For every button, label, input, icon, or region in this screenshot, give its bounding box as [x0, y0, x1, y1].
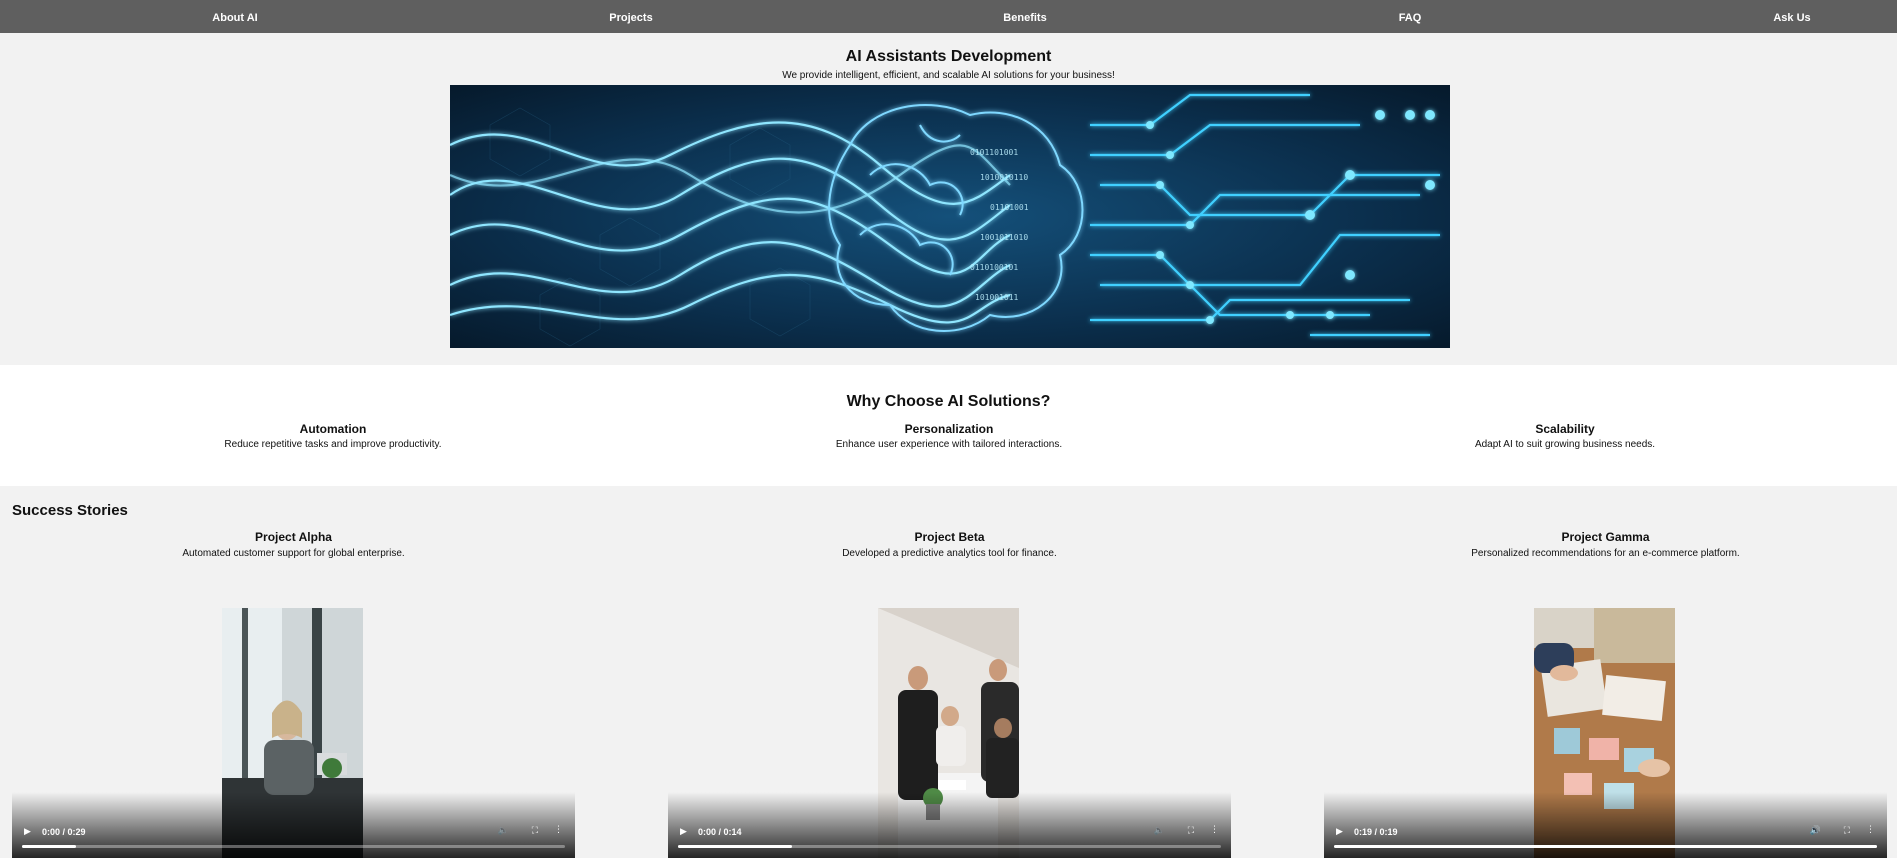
- svg-text:1010010110: 1010010110: [980, 173, 1028, 182]
- story-title: Project Gamma: [1561, 530, 1650, 544]
- feature-text: Reduce repetitive tasks and improve prod…: [224, 439, 442, 450]
- video-progress-track[interactable]: [1334, 845, 1877, 848]
- stories-title: Success Stories: [12, 502, 128, 519]
- nav-link-projects[interactable]: Projects: [609, 0, 652, 36]
- video-controls: ▶ 0:00 / 0:14 🔈 ⛶ ⋮: [668, 818, 1231, 858]
- more-options-icon[interactable]: ⋮: [554, 824, 563, 835]
- story-card-alpha: Project Alpha Automated customer support…: [12, 530, 575, 858]
- nav-link-benefits[interactable]: Benefits: [1003, 0, 1046, 36]
- fullscreen-icon[interactable]: ⛶: [532, 825, 538, 836]
- feature-automation: Automation Reduce repetitive tasks and i…: [133, 422, 533, 450]
- video-progress-fill: [678, 845, 793, 848]
- feature-text: Enhance user experience with tailored in…: [835, 439, 1063, 450]
- hero-subtitle: We provide intelligent, efficient, and s…: [782, 70, 1115, 81]
- story-card-gamma: Project Gamma Personalized recommendatio…: [1324, 530, 1887, 858]
- story-card-beta: Project Beta Developed a predictive anal…: [668, 530, 1231, 858]
- nav-link-ask-us[interactable]: Ask Us: [1773, 0, 1810, 36]
- why-section: Why Choose AI Solutions? Automation Redu…: [0, 365, 1897, 486]
- volume-icon[interactable]: 🔈: [1154, 825, 1165, 836]
- feature-title: Automation: [299, 422, 367, 436]
- success-stories-section: Success Stories Project Alpha Automated …: [0, 486, 1897, 858]
- play-icon[interactable]: ▶: [24, 826, 31, 837]
- more-options-icon[interactable]: ⋮: [1210, 824, 1219, 835]
- video-time: 0:00 / 0:14: [698, 827, 742, 837]
- feature-scalability: Scalability Adapt AI to suit growing bus…: [1365, 422, 1765, 450]
- fullscreen-icon[interactable]: ⛶: [1844, 825, 1850, 836]
- feature-title: Personalization: [904, 422, 994, 436]
- video-time: 0:00 / 0:29: [42, 827, 86, 837]
- why-title: Why Choose AI Solutions?: [846, 393, 1051, 410]
- hero-section: AI Assistants Development We provide int…: [0, 33, 1897, 365]
- svg-text:0101101001: 0101101001: [970, 148, 1018, 157]
- video-progress-fill: [22, 845, 77, 848]
- hero-image: 0101101001 1010010110 01101001 100101101…: [450, 85, 1450, 348]
- svg-text:101001011: 101001011: [975, 293, 1019, 302]
- play-icon[interactable]: ▶: [1336, 826, 1343, 837]
- play-icon[interactable]: ▶: [680, 826, 687, 837]
- video-progress-fill: [1334, 845, 1877, 848]
- video-controls: ▶ 0:00 / 0:29 🔈 ⛶ ⋮: [12, 818, 575, 858]
- story-text: Personalized recommendations for an e-co…: [1471, 548, 1740, 559]
- hero-title: AI Assistants Development: [845, 48, 1052, 65]
- video-player-beta[interactable]: ▶ 0:00 / 0:14 🔈 ⛶ ⋮: [668, 608, 1231, 858]
- volume-icon[interactable]: 🔈: [498, 825, 509, 836]
- feature-personalization: Personalization Enhance user experience …: [749, 422, 1149, 450]
- video-player-alpha[interactable]: ▶ 0:00 / 0:29 🔈 ⛶ ⋮: [12, 608, 575, 858]
- nav-link-about-ai[interactable]: About AI: [212, 0, 257, 36]
- nav-link-faq[interactable]: FAQ: [1399, 0, 1422, 36]
- video-time: 0:19 / 0:19: [1354, 827, 1398, 837]
- more-options-icon[interactable]: ⋮: [1866, 824, 1875, 835]
- story-title: Project Alpha: [255, 530, 332, 544]
- story-text: Developed a predictive analytics tool fo…: [842, 548, 1057, 559]
- feature-title: Scalability: [1535, 422, 1595, 436]
- svg-text:01101001: 01101001: [990, 203, 1029, 212]
- video-progress-track[interactable]: [678, 845, 1221, 848]
- story-text: Automated customer support for global en…: [182, 548, 405, 559]
- top-navigation: About AI Projects Benefits FAQ Ask Us: [0, 0, 1897, 33]
- video-progress-track[interactable]: [22, 845, 565, 848]
- svg-text:1001011010: 1001011010: [980, 233, 1028, 242]
- video-player-gamma[interactable]: ▶ 0:19 / 0:19 🔊 ⛶ ⋮: [1324, 608, 1887, 858]
- video-controls: ▶ 0:19 / 0:19 🔊 ⛶ ⋮: [1324, 818, 1887, 858]
- volume-icon[interactable]: 🔊: [1810, 825, 1821, 836]
- fullscreen-icon[interactable]: ⛶: [1188, 825, 1194, 836]
- svg-text:0110100101: 0110100101: [970, 263, 1018, 272]
- story-title: Project Beta: [914, 530, 985, 544]
- feature-text: Adapt AI to suit growing business needs.: [1474, 439, 1656, 450]
